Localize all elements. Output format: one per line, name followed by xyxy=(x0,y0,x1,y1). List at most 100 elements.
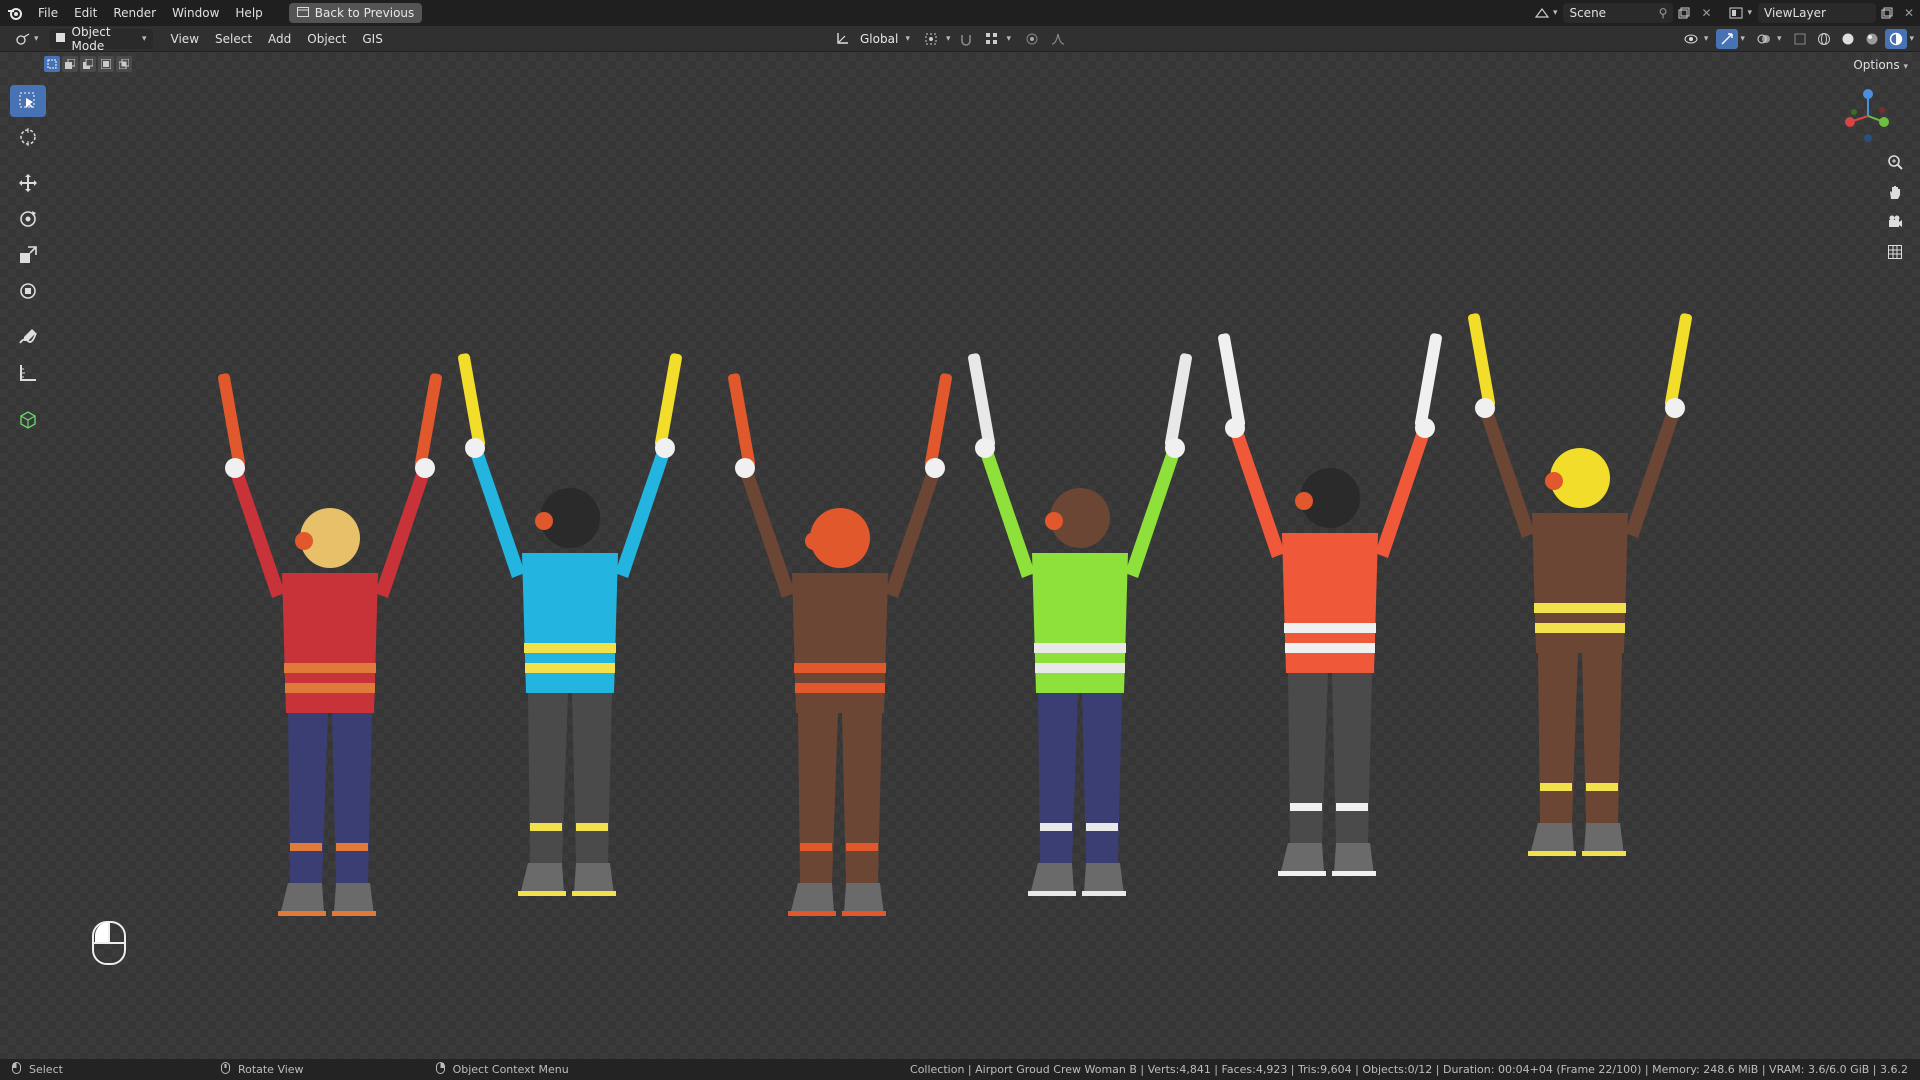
figure-glove-left xyxy=(1225,418,1245,438)
gizmo-toggle-icon[interactable] xyxy=(1716,29,1739,49)
figure-leg-stripe xyxy=(1040,823,1072,831)
falloff-icon[interactable] xyxy=(1047,29,1069,49)
crew-figure[interactable] xyxy=(1217,333,1442,876)
new-scene-icon[interactable] xyxy=(1673,3,1695,23)
figure-leg-right xyxy=(1082,693,1122,863)
figure-reflective-stripe xyxy=(1284,623,1376,633)
gizmo-caret-icon[interactable]: ▾ xyxy=(1740,34,1745,44)
select-new-icon[interactable] xyxy=(44,56,60,72)
figure-sole xyxy=(518,891,566,896)
overlays-caret-icon[interactable]: ▾ xyxy=(1777,34,1782,44)
options-dropdown[interactable]: Options ▾ xyxy=(1853,58,1908,72)
select-subtract-icon[interactable] xyxy=(80,56,96,72)
neg-x-axis-icon[interactable] xyxy=(1879,107,1885,113)
cursor-tool-icon[interactable] xyxy=(10,121,46,153)
figure-sole xyxy=(278,911,326,916)
menu-gis[interactable]: GIS xyxy=(354,32,390,46)
pin-icon[interactable]: ⚲ xyxy=(1659,6,1668,20)
xray-toggle-icon[interactable] xyxy=(1789,29,1811,49)
menu-add[interactable]: Add xyxy=(260,32,299,46)
scene-browse-icon[interactable] xyxy=(1531,3,1553,23)
proportional-edit-icon[interactable] xyxy=(1021,29,1043,49)
neg-z-axis-icon[interactable] xyxy=(1864,134,1872,142)
delete-scene-icon[interactable]: ✕ xyxy=(1695,3,1717,23)
material-shading-icon[interactable] xyxy=(1861,29,1883,49)
y-axis-icon[interactable] xyxy=(1879,117,1889,127)
figure-sole xyxy=(572,891,616,896)
new-view-layer-icon[interactable] xyxy=(1876,3,1898,23)
select-box-tool-icon[interactable] xyxy=(10,85,46,117)
rotate-tool-icon[interactable] xyxy=(10,203,46,235)
delete-view-layer-icon[interactable]: ✕ xyxy=(1898,3,1920,23)
right-mouse-icon xyxy=(435,1062,445,1077)
menu-render[interactable]: Render xyxy=(105,0,164,26)
snap-toggle-icon[interactable] xyxy=(955,29,977,49)
x-axis-icon[interactable] xyxy=(1845,117,1855,127)
back-to-previous-button[interactable]: Back to Previous xyxy=(288,3,423,23)
measure-tool-icon[interactable] xyxy=(10,357,46,389)
object-mode-label: Object Mode xyxy=(71,24,111,53)
ortho-grid-icon[interactable] xyxy=(1882,240,1908,264)
scene-name-field[interactable]: Scene ⚲ xyxy=(1563,3,1674,23)
transform-orientation-dropdown[interactable]: Global ▾ xyxy=(854,29,916,49)
editor-type-caret-icon[interactable]: ▾ xyxy=(34,34,39,44)
shading-caret-icon[interactable]: ▾ xyxy=(1909,34,1914,44)
navigation-gizmo[interactable] xyxy=(1838,86,1896,146)
view-layer-browse-icon[interactable] xyxy=(1725,3,1747,23)
status-context-label: Object Context Menu xyxy=(452,1063,569,1076)
figure-boot-right xyxy=(1084,863,1124,895)
move-tool-icon[interactable] xyxy=(10,167,46,199)
select-invert-icon[interactable] xyxy=(98,56,114,72)
visibility-icon[interactable] xyxy=(1680,29,1702,49)
menu-object[interactable]: Object xyxy=(299,32,354,46)
annotate-tool-icon[interactable] xyxy=(10,321,46,353)
add-cube-tool-icon[interactable] xyxy=(10,403,46,435)
solid-shading-icon[interactable] xyxy=(1837,29,1859,49)
figure-leg-right xyxy=(332,713,372,883)
scene-browse-caret-icon[interactable]: ▾ xyxy=(1553,8,1558,18)
snap-caret-icon[interactable]: ▾ xyxy=(1007,34,1012,44)
top-menu-bar: File Edit Render Window Help Back to Pre… xyxy=(0,0,1920,26)
crew-figure[interactable] xyxy=(967,353,1192,896)
menu-help[interactable]: Help xyxy=(227,0,270,26)
zoom-icon[interactable] xyxy=(1882,150,1908,174)
viewport-header: ▾ Object Mode ▾ View Select Add Object G… xyxy=(0,25,1920,53)
menu-select[interactable]: Select xyxy=(207,32,260,46)
figure-reflective-stripe xyxy=(285,683,375,693)
figure-sole xyxy=(788,911,836,916)
select-intersect-icon[interactable] xyxy=(116,56,132,72)
blender-logo-icon[interactable] xyxy=(0,0,30,26)
crew-figure[interactable] xyxy=(457,353,682,896)
neg-y-axis-icon[interactable] xyxy=(1851,109,1857,115)
camera-view-icon[interactable] xyxy=(1882,210,1908,234)
menu-file[interactable]: File xyxy=(30,0,66,26)
pivot-caret-icon[interactable]: ▾ xyxy=(946,34,951,44)
view-layer-caret-icon[interactable]: ▾ xyxy=(1747,8,1752,18)
visibility-caret-icon[interactable]: ▾ xyxy=(1704,34,1709,44)
overlays-toggle-icon[interactable] xyxy=(1753,29,1775,49)
object-mode-dropdown[interactable]: Object Mode ▾ xyxy=(48,25,153,53)
transform-tool-icon[interactable] xyxy=(10,275,46,307)
view-layer-field[interactable]: ViewLayer xyxy=(1758,3,1876,23)
crew-figure[interactable] xyxy=(1467,313,1692,856)
crew-figure[interactable] xyxy=(217,373,442,916)
pivot-point-icon[interactable] xyxy=(920,29,942,49)
figure-leg-right xyxy=(1582,653,1622,823)
scale-tool-icon[interactable] xyxy=(10,239,46,271)
editor-type-icon[interactable] xyxy=(12,29,34,49)
menu-window[interactable]: Window xyxy=(164,0,227,26)
figure-boot-left xyxy=(520,863,564,895)
rendered-shading-icon[interactable] xyxy=(1885,29,1908,49)
selection-mode-buttons xyxy=(44,56,132,72)
snap-target-icon[interactable] xyxy=(981,29,1003,49)
crew-figure[interactable] xyxy=(727,373,952,916)
wireframe-shading-icon[interactable] xyxy=(1813,29,1835,49)
pan-hand-icon[interactable] xyxy=(1882,180,1908,204)
menu-view[interactable]: View xyxy=(163,32,207,46)
figure-leg-left xyxy=(1288,673,1328,843)
status-select-hint: Select xyxy=(12,1062,63,1077)
z-axis-icon[interactable] xyxy=(1863,89,1873,99)
menu-edit[interactable]: Edit xyxy=(66,0,105,26)
workspace-selectors: ▾ Scene ⚲ ✕ ▾ ViewLayer ✕ xyxy=(1531,0,1920,26)
select-extend-icon[interactable] xyxy=(62,56,78,72)
